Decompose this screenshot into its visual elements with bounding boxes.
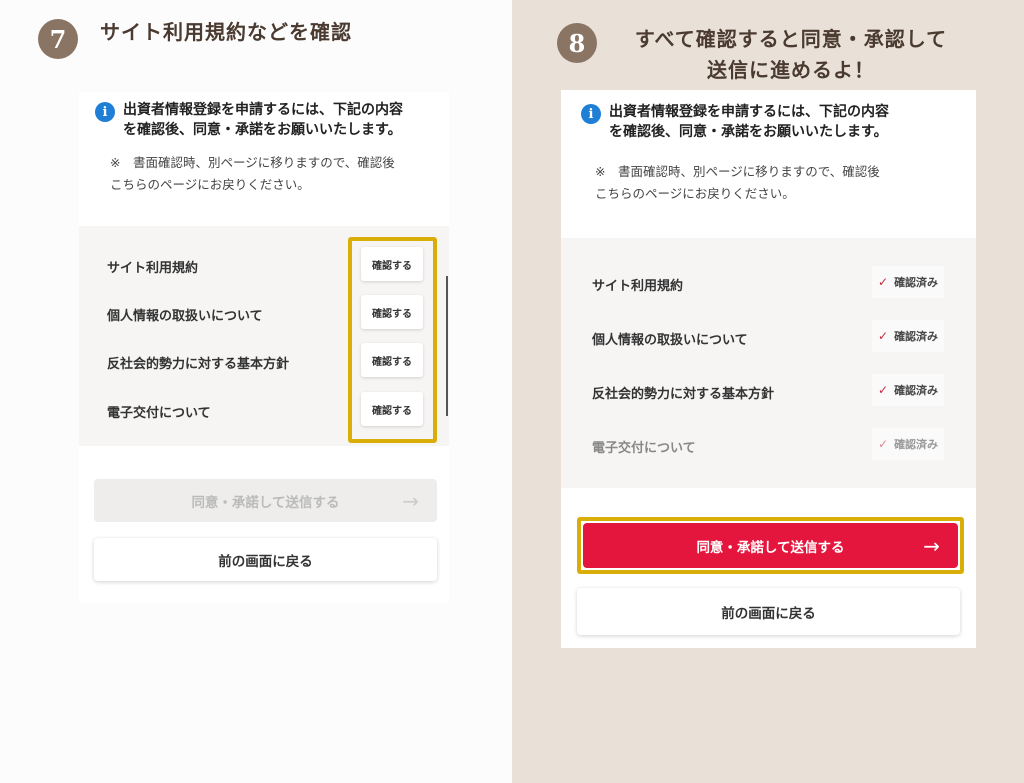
arrow-right-icon: →	[923, 533, 940, 558]
confirmed-status: ✓ 確認済み	[872, 374, 945, 406]
check-icon: ✓	[878, 329, 889, 343]
document-label: 電子交付について	[107, 406, 211, 421]
confirmed-status: ✓ 確認済み	[872, 428, 945, 460]
note-line-1: ※ 書面確認時、別ページに移りますので、確認後	[110, 155, 395, 170]
step-8-title: すべて確認すると同意・承認して 送信に進めるよ！	[611, 24, 971, 86]
confirm-buttons-highlight	[348, 237, 437, 443]
document-label: 個人情報の取扱いについて	[592, 333, 748, 348]
scrollbar[interactable]	[446, 276, 448, 416]
notice-line-1: 出資者情報登録を申請するには、下記の内容	[609, 104, 889, 120]
right-screen: i 出資者情報登録を申請するには、下記の内容 を確認後、同意・承諾をお願いいたし…	[561, 90, 976, 648]
notice-text: 出資者情報登録を申請するには、下記の内容 を確認後、同意・承諾をお願いいたします…	[609, 102, 889, 142]
check-icon: ✓	[878, 437, 889, 451]
check-icon: ✓	[878, 383, 889, 397]
note-line-2: こちらのページにお戻りください。	[595, 186, 795, 201]
document-list: サイト利用規約 ✓ 確認済み 個人情報の取扱いについて ✓ 確認済み 反社会的勢…	[561, 238, 976, 488]
submit-button[interactable]: 同意・承諾して送信する →	[583, 523, 958, 568]
document-label: サイト利用規約	[592, 279, 684, 294]
step-7-panel: 7 サイト利用規約などを確認 i 出資者情報登録を申請するには、下記の内容 を確…	[0, 0, 512, 783]
notice: i 出資者情報登録を申請するには、下記の内容 を確認後、同意・承諾をお願いいたし…	[581, 102, 889, 142]
submit-button[interactable]: 同意・承諾して送信する →	[94, 479, 437, 522]
note-line-1: ※ 書面確認時、別ページに移りますので、確認後	[595, 164, 880, 179]
notice-line-2: を確認後、同意・承諾をお願いいたします。	[123, 122, 402, 138]
submit-label: 同意・承諾して送信する	[191, 494, 340, 511]
check-icon: ✓	[878, 275, 889, 289]
confirmed-label: 確認済み	[894, 384, 939, 397]
info-icon: i	[95, 102, 115, 122]
step-7-badge: 7	[38, 19, 78, 59]
step-8-title-line-1: すべて確認すると同意・承認して	[634, 27, 948, 51]
step-8-title-line-2: 送信に進めるよ！	[707, 58, 875, 82]
document-label: 反社会的勢力に対する基本方針	[592, 387, 775, 402]
submit-label: 同意・承諾して送信する	[696, 539, 845, 556]
confirmed-status: ✓ 確認済み	[872, 320, 945, 352]
confirmed-label: 確認済み	[894, 330, 939, 343]
back-button[interactable]: 前の画面に戻る	[94, 538, 437, 581]
note-line-2: こちらのページにお戻りください。	[110, 177, 310, 192]
document-label: 個人情報の取扱いについて	[107, 309, 263, 324]
note: ※ 書面確認時、別ページに移りますので、確認後 こちらのページにお戻りください。	[595, 161, 880, 205]
notice: i 出資者情報登録を申請するには、下記の内容 を確認後、同意・承諾をお願いいたし…	[95, 100, 403, 140]
step-7-title: サイト利用規約などを確認	[100, 20, 352, 44]
document-label: 電子交付について	[592, 441, 696, 456]
notice-line-1: 出資者情報登録を申請するには、下記の内容	[123, 102, 403, 118]
arrow-right-icon: →	[402, 488, 419, 513]
back-button[interactable]: 前の画面に戻る	[577, 588, 960, 635]
info-icon: i	[581, 104, 601, 124]
left-screen: i 出資者情報登録を申請するには、下記の内容 を確認後、同意・承諾をお願いいたし…	[79, 92, 449, 602]
confirmed-label: 確認済み	[894, 276, 939, 289]
note: ※ 書面確認時、別ページに移りますので、確認後 こちらのページにお戻りください。	[110, 152, 395, 196]
notice-line-2: を確認後、同意・承諾をお願いいたします。	[609, 124, 888, 140]
notice-text: 出資者情報登録を申請するには、下記の内容 を確認後、同意・承諾をお願いいたします…	[123, 100, 403, 140]
document-label: 反社会的勢力に対する基本方針	[107, 357, 290, 372]
step-8-badge: 8	[557, 23, 597, 63]
document-label: サイト利用規約	[107, 261, 199, 276]
confirmed-label: 確認済み	[894, 438, 939, 451]
confirmed-status: ✓ 確認済み	[872, 266, 945, 298]
